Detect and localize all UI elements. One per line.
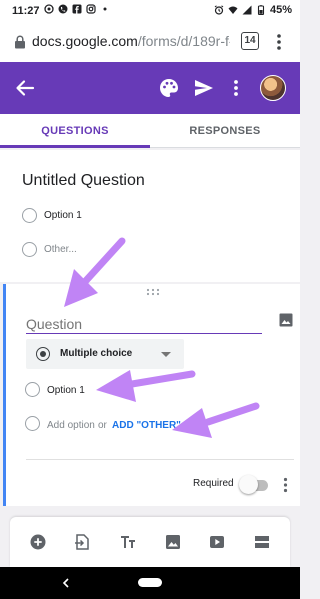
annotation-arrow-question (64, 237, 126, 307)
question-card-1[interactable]: Untitled Question Option 1 Other... (0, 150, 300, 282)
avatar[interactable] (260, 75, 286, 101)
required-label: Required (193, 478, 234, 489)
browser-url-bar[interactable]: docs.google.com/forms/d/189r-f-4J 14 (0, 22, 300, 62)
option-radio (22, 208, 37, 223)
system-icons: 45% (214, 4, 292, 16)
wifi-icon (228, 6, 238, 14)
palette-icon[interactable] (158, 77, 180, 99)
divider (26, 459, 294, 460)
notification-icons (44, 4, 110, 14)
add-image-icon[interactable] (279, 313, 293, 327)
add-section-icon[interactable] (254, 534, 270, 550)
url-path: /forms/d/189r-f-4J (137, 33, 230, 49)
tab-switcher-button[interactable]: 14 (241, 32, 259, 50)
browser-menu-icon[interactable] (276, 33, 282, 51)
phone-icon (58, 4, 68, 14)
system-back-icon[interactable] (62, 578, 70, 588)
tab-bar: QUESTIONS RESPONSES (0, 114, 300, 148)
question-type-label: Multiple choice (60, 348, 133, 359)
back-arrow-icon[interactable] (14, 77, 36, 99)
add-video-icon[interactable] (209, 534, 225, 550)
or-label: or (98, 420, 107, 431)
forms-app-bar (0, 62, 300, 114)
more-vert-icon[interactable] (283, 477, 288, 493)
question-title: Untitled Question (22, 172, 145, 189)
system-nav-bar (0, 567, 300, 599)
tab-questions[interactable]: QUESTIONS (0, 114, 150, 148)
status-bar: 11:27 45% (0, 0, 300, 22)
instagram-icon (86, 4, 96, 14)
tab-responses[interactable]: RESPONSES (150, 114, 300, 148)
option-radio (25, 382, 40, 397)
import-questions-icon[interactable] (74, 534, 90, 550)
send-icon[interactable] (193, 77, 215, 99)
active-tab-indicator (0, 145, 150, 148)
radio-type-icon (36, 347, 50, 361)
signal-icon (242, 5, 252, 15)
add-title-icon[interactable] (120, 534, 136, 550)
add-option-radio (25, 416, 40, 431)
question-input[interactable] (26, 314, 262, 334)
form-toolbar (10, 517, 290, 567)
annotation-arrow-add-other (172, 402, 260, 438)
url-host: docs.google.com (32, 33, 138, 49)
more-vert-icon[interactable] (232, 77, 240, 99)
option-1-label: Option 1 (44, 210, 82, 221)
chevron-down-icon (161, 352, 171, 357)
required-toggle-knob[interactable] (239, 475, 258, 494)
option-1-field[interactable]: Option 1 (47, 385, 85, 396)
lock-icon (15, 35, 25, 49)
add-image-icon[interactable] (165, 534, 181, 550)
url-text[interactable]: docs.google.com/forms/d/189r-f-4J (32, 33, 230, 49)
alarm-icon (214, 5, 224, 15)
home-pill[interactable] (138, 578, 162, 587)
other-radio (22, 242, 37, 257)
dot-icon (103, 7, 107, 11)
add-question-icon[interactable] (30, 534, 46, 550)
battery-percent: 45% (269, 4, 292, 16)
status-time: 11:27 (12, 5, 40, 17)
facebook-icon (72, 4, 82, 14)
whatsapp-icon (44, 4, 54, 14)
battery-icon (257, 5, 265, 15)
drag-handle-icon[interactable] (146, 288, 160, 296)
add-option-field[interactable]: Add option (47, 420, 95, 431)
